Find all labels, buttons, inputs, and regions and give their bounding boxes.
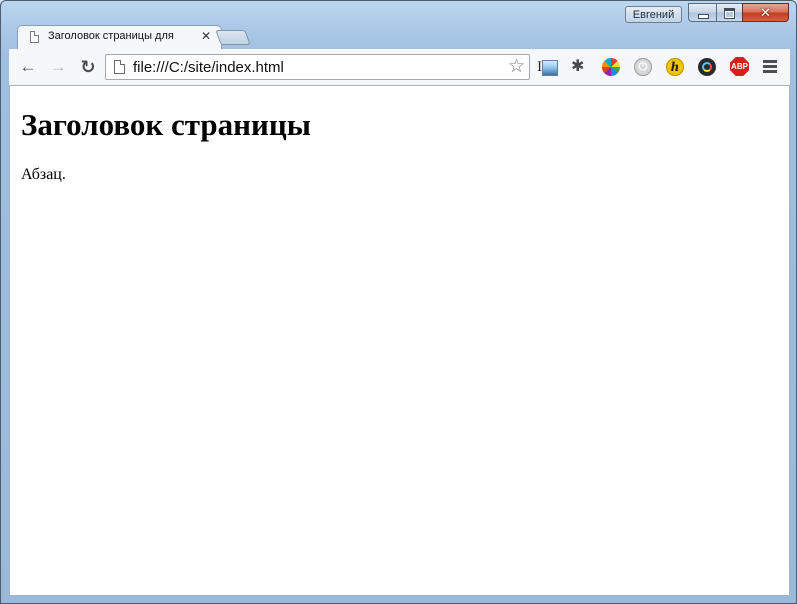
image-icon[interactable] <box>542 60 558 76</box>
bookmark-star-icon[interactable]: ☆ <box>508 56 525 78</box>
tab-strip: Заголовок страницы для ✕ <box>9 24 788 49</box>
new-tab-button[interactable] <box>215 30 251 45</box>
page-heading: Заголовок страницы <box>21 107 311 142</box>
reload-icon[interactable]: ↻ <box>79 58 97 76</box>
address-bar[interactable]: file:///C:/site/index.html ☆ <box>105 54 530 80</box>
tab-close-icon[interactable]: ✕ <box>201 29 211 43</box>
page-viewport: Заголовок страницы Абзац. <box>9 86 790 596</box>
page-icon <box>114 60 125 74</box>
browser-window: Евгений ✕ Заголовок страницы для ✕ ← → ↻… <box>0 0 797 604</box>
page-paragraph: Абзац. <box>21 166 66 183</box>
url-text[interactable]: file:///C:/site/index.html <box>133 59 284 76</box>
forward-arrow-icon[interactable]: → <box>49 58 67 76</box>
tab-active[interactable]: Заголовок страницы для ✕ <box>17 25 222 49</box>
toolbar: ← → ↻ file:///C:/site/index.html ☆ I ✱ ⏻… <box>9 49 790 86</box>
window-controls: ✕ <box>688 3 789 23</box>
bug-icon[interactable]: ✱ <box>571 58 589 76</box>
menu-icon[interactable] <box>763 58 777 76</box>
minimize-icon <box>698 14 709 19</box>
maximize-button[interactable] <box>716 3 742 22</box>
page-favicon-icon <box>30 31 39 43</box>
profile-button[interactable]: Евгений <box>625 6 682 23</box>
minimize-button[interactable] <box>688 3 716 22</box>
color-wheel-icon[interactable] <box>602 58 620 76</box>
adblock-icon[interactable]: ABP <box>730 57 749 76</box>
back-arrow-icon[interactable]: ← <box>19 58 37 76</box>
close-icon: ✕ <box>760 5 771 20</box>
tab-title: Заголовок страницы для <box>48 30 174 42</box>
hint-icon[interactable]: h <box>666 58 684 76</box>
maximize-icon <box>724 8 735 19</box>
power-icon[interactable]: ⏻ <box>634 58 652 76</box>
close-window-button[interactable]: ✕ <box>742 3 789 22</box>
circle-icon[interactable] <box>698 58 716 76</box>
